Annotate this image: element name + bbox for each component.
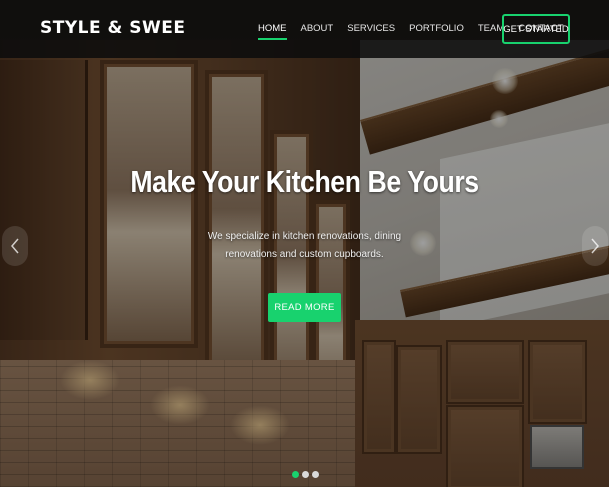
page: STYLE & SWEE HOME ABOUT SERVICES PORTFOL… xyxy=(0,0,609,487)
hero-title: Make Your Kitchen Be Yours xyxy=(130,164,479,199)
nav-item-services[interactable]: SERVICES xyxy=(347,23,395,34)
carousel-dot-2[interactable] xyxy=(302,471,309,478)
site-header: STYLE & SWEE HOME ABOUT SERVICES PORTFOL… xyxy=(0,0,609,58)
nav-item-home[interactable]: HOME xyxy=(258,23,287,40)
nav-item-about[interactable]: ABOUT xyxy=(301,23,334,34)
carousel-prev-button[interactable] xyxy=(2,226,28,266)
carousel-next-button[interactable] xyxy=(582,226,608,266)
get-started-button[interactable]: GET STARTED xyxy=(502,14,570,44)
hero-subtitle: We specialize in kitchen renovations, di… xyxy=(207,231,402,260)
read-more-button[interactable]: READ MORE xyxy=(268,293,341,322)
chevron-right-icon xyxy=(591,238,599,254)
carousel-dot-3[interactable] xyxy=(312,471,319,478)
nav-item-team[interactable]: TEAM xyxy=(478,23,504,34)
carousel-dot-1[interactable] xyxy=(292,471,299,478)
brand-logo[interactable]: STYLE & SWEE xyxy=(40,18,185,38)
carousel-indicators xyxy=(292,471,319,478)
chevron-left-icon xyxy=(11,238,19,254)
nav-item-portfolio[interactable]: PORTFOLIO xyxy=(409,23,464,34)
